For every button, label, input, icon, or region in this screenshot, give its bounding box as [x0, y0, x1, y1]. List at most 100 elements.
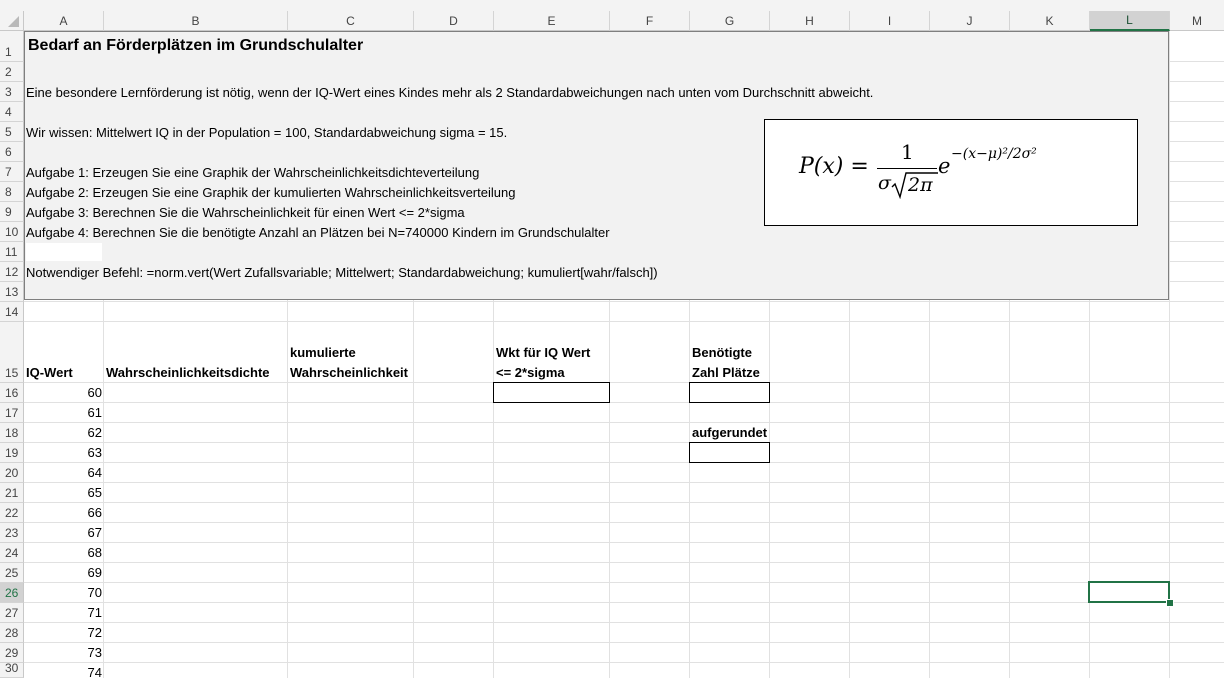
row-header-17[interactable]: 17	[0, 403, 24, 423]
gridline	[24, 301, 1224, 302]
iq-value-cell[interactable]: 71	[26, 605, 102, 620]
sheet-title: Bedarf an Förderplätzen im Grundschulalt…	[28, 37, 364, 54]
row-header-20[interactable]: 20	[0, 463, 24, 483]
label-aufgerundet: aufgerundet	[692, 425, 768, 440]
iq-value-cell[interactable]: 67	[26, 525, 102, 540]
row-header-4[interactable]: 4	[0, 102, 24, 122]
column-header-l[interactable]: L	[1090, 11, 1170, 31]
iq-value-cell[interactable]: 72	[26, 625, 102, 640]
row-header-8[interactable]: 8	[0, 182, 24, 202]
header-wkt-line1: Wkt für IQ Wert	[496, 345, 591, 360]
column-header-j[interactable]: J	[930, 11, 1010, 31]
row-header-21[interactable]: 21	[0, 483, 24, 503]
column-header-d[interactable]: D	[414, 11, 494, 31]
row-header-3[interactable]: 3	[0, 82, 24, 102]
column-header-c[interactable]: C	[288, 11, 414, 31]
gridline	[24, 442, 1224, 443]
iq-value-cell[interactable]: 73	[26, 645, 102, 660]
row-header-18[interactable]: 18	[0, 423, 24, 443]
active-cell-selection[interactable]	[1088, 581, 1170, 603]
fill-handle[interactable]	[1166, 599, 1174, 607]
column-header-m[interactable]: M	[1170, 11, 1224, 31]
row-header-13[interactable]: 13	[0, 282, 24, 302]
row-header-28[interactable]: 28	[0, 623, 24, 643]
header-wkt-line2: <= 2*sigma	[496, 365, 565, 380]
gridline	[24, 482, 1224, 483]
iq-value-cell[interactable]: 62	[26, 425, 102, 440]
row-header-5[interactable]: 5	[0, 122, 24, 142]
gridline	[24, 402, 1224, 403]
iq-value-cell[interactable]: 64	[26, 465, 102, 480]
row-header-7[interactable]: 7	[0, 162, 24, 182]
spreadsheet[interactable]: A B C D E F G H I J K L M 1 2 3 4 5 6 7 …	[0, 0, 1224, 678]
header-plaetze-line1: Benötigte	[692, 345, 752, 360]
aufgerundet-result-cell[interactable]	[689, 442, 770, 463]
gridline	[24, 622, 1224, 623]
gridline	[24, 502, 1224, 503]
iq-value-cell[interactable]: 61	[26, 405, 102, 420]
column-header-a[interactable]: A	[24, 11, 104, 31]
iq-value-cell[interactable]: 70	[26, 585, 102, 600]
row-header-15[interactable]: 15	[0, 322, 24, 383]
gridline	[24, 321, 1224, 322]
blank-cell-a11	[26, 243, 102, 261]
plaetze-result-cell[interactable]	[689, 382, 770, 403]
iq-value-cell[interactable]: 66	[26, 505, 102, 520]
row-header-14[interactable]: 14	[0, 302, 24, 322]
info-line-5: Wir wissen: Mittelwert IQ in der Populat…	[26, 125, 508, 140]
row-header-25[interactable]: 25	[0, 563, 24, 583]
formula-e: e	[938, 154, 951, 178]
fraction-bar	[877, 168, 937, 169]
column-header-f[interactable]: F	[610, 11, 690, 31]
row-header-16[interactable]: 16	[0, 383, 24, 403]
gridline	[24, 422, 1224, 423]
header-iq-wert: IQ-Wert	[26, 365, 73, 380]
formula-exponent: −(x−μ)²/2σ²	[951, 146, 1037, 162]
row-header-9[interactable]: 9	[0, 202, 24, 222]
column-header-g[interactable]: G	[690, 11, 770, 31]
gridline	[24, 582, 1224, 583]
gridline	[24, 602, 1224, 603]
header-dichte: Wahrscheinlichkeitsdichte	[106, 365, 270, 380]
column-header-i[interactable]: I	[850, 11, 930, 31]
normal-distribution-formula[interactable]: P(x) = 1 σ 2π e −(x−μ)²/2σ²	[764, 119, 1138, 226]
row-header-11[interactable]: 11	[0, 242, 24, 262]
column-header-e[interactable]: E	[494, 11, 610, 31]
iq-value-cell[interactable]: 65	[26, 485, 102, 500]
iq-value-cell[interactable]: 63	[26, 445, 102, 460]
task-2: Aufgabe 2: Erzeugen Sie eine Graphik der…	[26, 185, 516, 200]
column-header-k[interactable]: K	[1010, 11, 1090, 31]
gridline	[24, 542, 1224, 543]
formula-numerator: 1	[901, 140, 914, 164]
iq-value-cell[interactable]: 68	[26, 545, 102, 560]
row-header-10[interactable]: 10	[0, 222, 24, 242]
row-header-2[interactable]: 2	[0, 62, 24, 82]
info-line-3: Eine besondere Lernförderung ist nötig, …	[26, 85, 874, 100]
task-1: Aufgabe 1: Erzeugen Sie eine Graphik der…	[26, 165, 480, 180]
row-header-12[interactable]: 12	[0, 262, 24, 282]
row-header-1[interactable]: 1	[0, 31, 24, 62]
row-header-27[interactable]: 27	[0, 603, 24, 623]
row-header-19[interactable]: 19	[0, 443, 24, 463]
task-3: Aufgabe 3: Berechnen Sie die Wahrscheinl…	[26, 205, 465, 220]
row-header-29[interactable]: 29	[0, 643, 24, 663]
column-header-h[interactable]: H	[770, 11, 850, 31]
iq-value-cell[interactable]: 60	[26, 385, 102, 400]
row-header-30[interactable]: 30	[0, 661, 24, 678]
gridline	[24, 662, 1224, 663]
wkt-result-cell[interactable]	[493, 382, 610, 403]
row-header-24[interactable]: 24	[0, 543, 24, 563]
column-header-b[interactable]: B	[104, 11, 288, 31]
top-strip	[0, 0, 1224, 11]
row-header-6[interactable]: 6	[0, 142, 24, 162]
iq-value-cell[interactable]: 69	[26, 565, 102, 580]
row-header-26[interactable]: 26	[0, 583, 24, 603]
row-header-23[interactable]: 23	[0, 523, 24, 543]
iq-value-cell[interactable]: 74	[26, 665, 102, 678]
row-header-22[interactable]: 22	[0, 503, 24, 523]
command-hint: Notwendiger Befehl: =norm.vert(Wert Zufa…	[26, 265, 658, 280]
task-4: Aufgabe 4: Berechnen Sie die benötigte A…	[26, 225, 610, 240]
header-plaetze-line2: Zahl Plätze	[692, 365, 760, 380]
formula-sigma: σ	[878, 172, 891, 194]
gridline	[24, 562, 1224, 563]
